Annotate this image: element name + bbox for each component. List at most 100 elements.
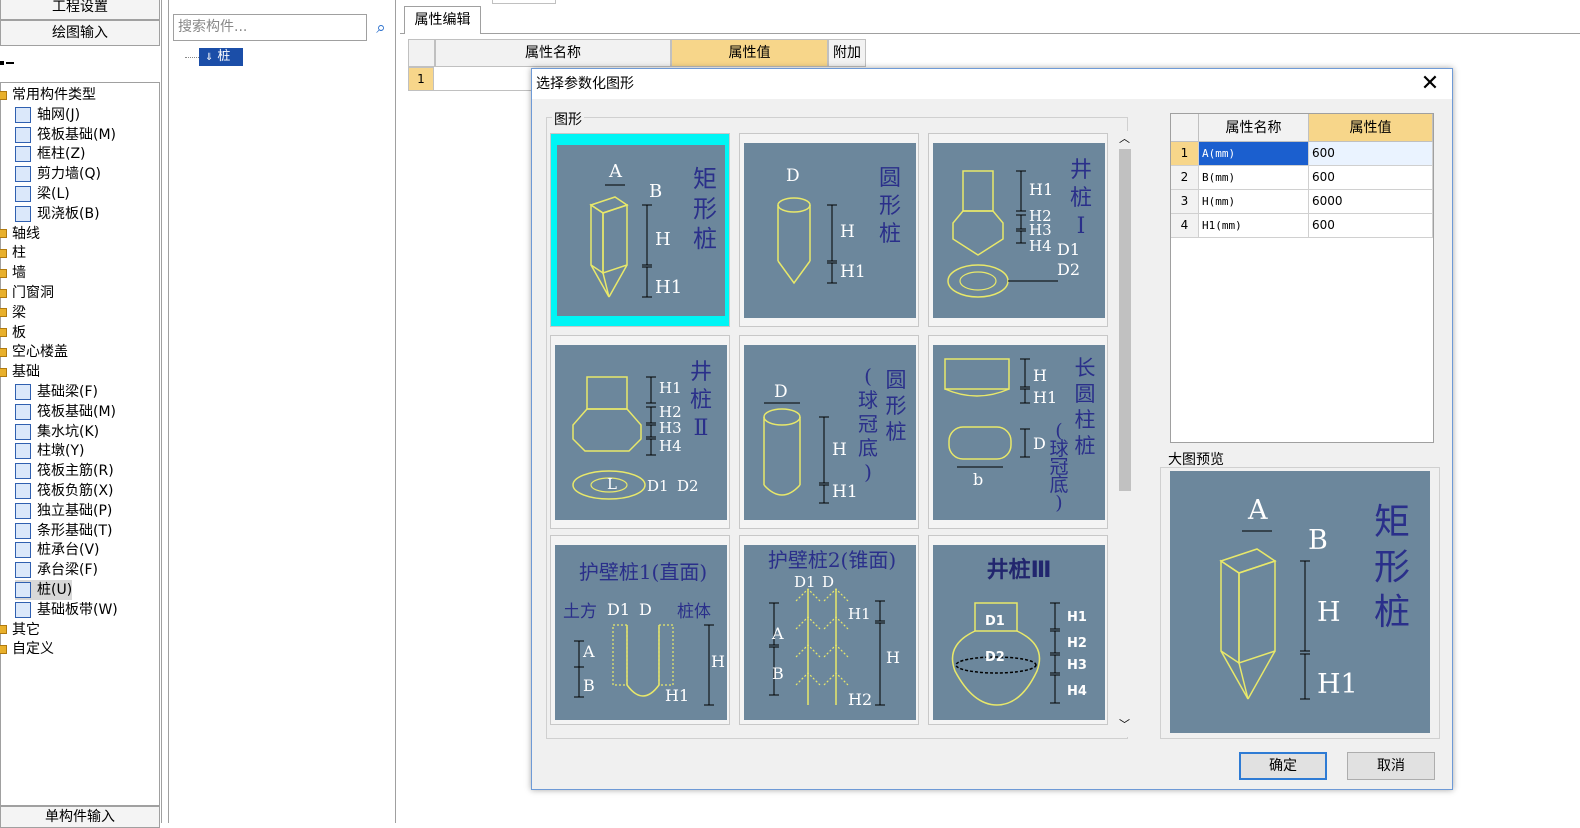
folder-icon: [0, 644, 7, 654]
shape-option[interactable]: 矩形桩 A B H H1: [550, 133, 730, 327]
tree-folder[interactable]: 空心楼盖: [0, 342, 68, 362]
shape-option[interactable]: 井桩 Ⅰ H1 H2 H3 H4 D1 D2: [928, 133, 1108, 327]
grid-row[interactable]: [434, 67, 534, 91]
props-cell-value[interactable]: 600: [1309, 142, 1433, 166]
shape-title-char: 圆: [886, 368, 907, 392]
tree-item[interactable]: 轴网(J): [15, 105, 80, 125]
tree-item[interactable]: 桩(U): [15, 580, 73, 600]
props-cell-name[interactable]: A(mm): [1199, 142, 1309, 166]
row-number[interactable]: 1: [408, 67, 434, 91]
tree-node-pile[interactable]: ⇓ 桩: [199, 48, 243, 66]
scroll-down-icon[interactable]: ﹀: [1119, 719, 1130, 731]
tree-label: 柱墩(Y): [37, 443, 85, 460]
props-cell-value[interactable]: 6000: [1309, 190, 1433, 214]
tree-label: 空心楼盖: [12, 344, 68, 361]
shape-option[interactable]: 护壁桩2(锥面) D1 D H1 A B H H2: [739, 535, 919, 725]
tree-folder[interactable]: 其它: [0, 620, 40, 640]
col-header-value[interactable]: 属性值: [671, 39, 828, 67]
shape-option[interactable]: 圆形桩 D H H1: [739, 133, 919, 327]
props-col-name[interactable]: 属性名称: [1199, 114, 1309, 142]
tree-node-label: 桩: [217, 49, 231, 64]
tree-item[interactable]: 承台梁(F): [15, 560, 98, 580]
project-settings-button[interactable]: 工程设置: [0, 0, 160, 20]
search-icon[interactable]: ⌕: [371, 18, 391, 38]
tree-item[interactable]: 梁(L): [15, 184, 70, 204]
close-icon[interactable]: ✕: [1418, 71, 1442, 97]
component-icon: [15, 205, 31, 222]
props-cell-name[interactable]: B(mm): [1199, 166, 1309, 190]
props-cell-value[interactable]: 600: [1309, 166, 1433, 190]
tree-folder[interactable]: 梁: [0, 303, 26, 323]
search-input[interactable]: 搜索构件...: [173, 14, 367, 41]
tree-item[interactable]: 筏板基础(M): [15, 402, 116, 422]
tree-folder[interactable]: 基础: [0, 362, 40, 382]
shape-option[interactable]: 井桩 Ⅱ H1 H2 H3 H4 L D1 D2: [550, 335, 730, 529]
shape-option[interactable]: 圆形桩 (球冠底) D H H1: [739, 335, 919, 529]
col-header-name[interactable]: 属性名称: [435, 39, 671, 67]
tree-item[interactable]: 条形基础(T): [15, 521, 112, 541]
tree-item[interactable]: 筏板主筋(R): [15, 461, 114, 481]
shape-title-char: 桩: [886, 420, 907, 444]
single-component-input-button[interactable]: 单构件输入: [0, 806, 160, 828]
props-cell-idx[interactable]: 3: [1171, 190, 1199, 214]
props-cell-idx[interactable]: 4: [1171, 214, 1199, 238]
shape-option[interactable]: 长圆柱桩(球冠底) H H1 Db: [928, 335, 1108, 529]
ok-button[interactable]: 确定: [1239, 752, 1327, 780]
toolbar-fragment: [492, 0, 556, 4]
shape-label: A: [1247, 495, 1268, 526]
tree-item[interactable]: 集水坑(K): [15, 422, 99, 442]
props-cell-value[interactable]: 600: [1309, 214, 1433, 238]
tab-divider: [400, 33, 1580, 34]
tree-folder[interactable]: 门窗洞: [0, 283, 54, 303]
shape-title-char: (: [864, 364, 872, 388]
shape-drawing: 井桩ⅠH1H2H3H4 D1D2: [947, 158, 1092, 298]
tree-item[interactable]: 筏板负筋(X): [15, 481, 114, 501]
tree-label: 承台梁(F): [37, 562, 98, 579]
props-cell-name[interactable]: H(mm): [1199, 190, 1309, 214]
shape-option[interactable]: 护壁桩1(直面) 土方 D1 D 桩体 A B H H1: [550, 535, 730, 725]
tree-folder[interactable]: 常用构件类型: [0, 85, 96, 105]
tree-item[interactable]: 筏板基础(M): [15, 125, 116, 145]
shape-label: A: [608, 161, 623, 182]
tree-item[interactable]: 基础板带(W): [15, 600, 118, 620]
drawing-input-button[interactable]: 绘图输入: [0, 20, 160, 46]
props-cell-idx[interactable]: 1: [1171, 142, 1199, 166]
tree-label: 条形基础(T): [37, 522, 113, 539]
folder-icon: [0, 268, 7, 278]
props-col-value[interactable]: 属性值: [1309, 114, 1433, 142]
tree-folder[interactable]: 板: [0, 323, 26, 343]
tree-folder[interactable]: 柱: [0, 243, 26, 263]
shape-title: 护壁桩1(直面): [579, 560, 707, 584]
component-icon: [15, 542, 31, 559]
tree-item[interactable]: 基础梁(F): [15, 382, 98, 402]
component-icon: [15, 146, 31, 163]
tree-item[interactable]: 独立基础(P): [15, 501, 112, 521]
tree-label: 轴网(J): [37, 106, 81, 123]
well-base-inner: [959, 271, 997, 291]
shape-title-char: 冠: [858, 412, 878, 436]
tree-item[interactable]: 现浇板(B): [15, 204, 100, 224]
shape-label: A: [771, 624, 784, 643]
preview-drawing: 矩形桩 A B H H1: [1219, 495, 1410, 700]
tree-folder[interactable]: 墙: [0, 263, 26, 283]
props-cell-idx[interactable]: 2: [1171, 166, 1199, 190]
shape-option[interactable]: 井桩Ⅲ D1 D2 H1 H2 H3 H4: [928, 535, 1108, 725]
tree-item[interactable]: 桩承台(V): [15, 540, 100, 560]
tree-label: 基础: [12, 364, 40, 381]
tree-folder[interactable]: 自定义: [0, 639, 54, 659]
shape-label: H: [655, 229, 671, 250]
props-cell-name[interactable]: H1(mm): [1199, 214, 1309, 238]
col-header-extra[interactable]: 附加: [828, 39, 866, 67]
tree-item[interactable]: 框柱(Z): [15, 144, 86, 164]
cancel-button[interactable]: 取消: [1347, 752, 1435, 780]
shape-scrollbar[interactable]: ︿ ﹀: [1116, 131, 1134, 737]
shape-label: L: [607, 475, 617, 493]
collapse-icon[interactable]: [0, 58, 14, 68]
tab-property-edit[interactable]: 属性编辑: [404, 6, 481, 34]
tree-item[interactable]: 剪力墙(Q): [15, 164, 101, 184]
scrollbar-thumb[interactable]: [1119, 149, 1131, 491]
scroll-up-icon[interactable]: ︿: [1119, 133, 1130, 145]
tree-item[interactable]: 柱墩(Y): [15, 441, 84, 461]
tree-folder[interactable]: 轴线: [0, 224, 40, 244]
tree-label: 独立基础(P): [37, 502, 113, 519]
